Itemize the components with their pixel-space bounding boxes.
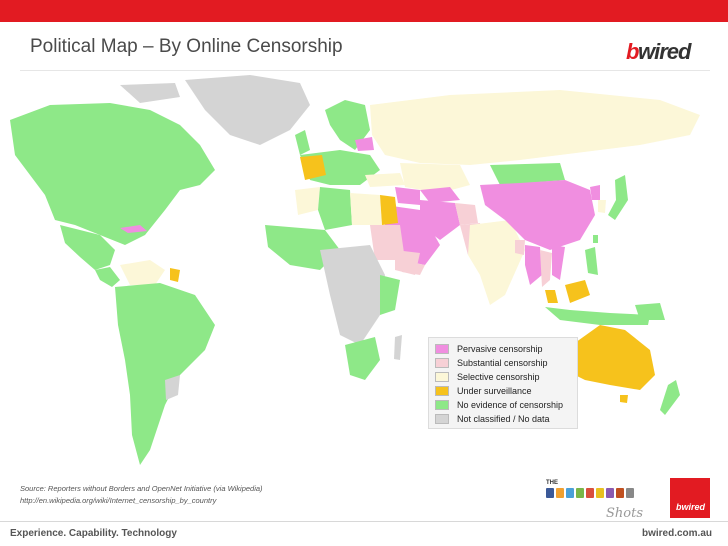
legend-swatch bbox=[435, 358, 449, 368]
bwired-logo: b wired bbox=[626, 39, 706, 64]
region-arctic-islands bbox=[120, 83, 180, 103]
region-indonesia bbox=[545, 307, 650, 325]
social-badge-strip bbox=[546, 488, 646, 502]
footer-divider bbox=[0, 521, 728, 522]
legend-swatch bbox=[435, 344, 449, 354]
region-burma bbox=[525, 245, 542, 285]
footer-tagline: Experience. Capability. Technology bbox=[10, 528, 177, 539]
badge-icon bbox=[626, 488, 634, 498]
legend-label: No evidence of censorship bbox=[457, 400, 564, 410]
region-egypt bbox=[380, 195, 398, 225]
region-japan bbox=[608, 175, 628, 220]
region-philippines bbox=[585, 247, 598, 275]
source-text: Source: Reporters without Borders and Op… bbox=[20, 484, 263, 493]
legend-swatch bbox=[435, 414, 449, 424]
badge-icon bbox=[606, 488, 614, 498]
region-algeria bbox=[318, 187, 352, 230]
region-thailand bbox=[540, 250, 552, 287]
legend-swatch bbox=[435, 372, 449, 382]
region-india bbox=[468, 220, 525, 305]
region-tasmania bbox=[620, 395, 628, 403]
map-legend: Pervasive censorship Substantial censors… bbox=[428, 337, 578, 429]
legend-item: Substantial censorship bbox=[435, 356, 571, 370]
region-guiana bbox=[170, 268, 180, 282]
region-east-africa bbox=[380, 275, 400, 315]
region-south-korea bbox=[598, 200, 606, 213]
logo-wired: wired bbox=[638, 39, 691, 64]
legend-label: Selective censorship bbox=[457, 372, 540, 382]
legend-item: No evidence of censorship bbox=[435, 398, 571, 412]
region-central-america bbox=[95, 267, 120, 287]
title-divider bbox=[20, 70, 710, 71]
region-new-zealand bbox=[660, 380, 680, 415]
region-south-america bbox=[115, 283, 215, 465]
region-north-america bbox=[10, 103, 215, 245]
region-southern-africa bbox=[345, 337, 380, 380]
script-wordmark: Shots bbox=[606, 506, 644, 521]
source-link[interactable]: http://en.wikipedia.org/wiki/Internet_ce… bbox=[20, 495, 263, 507]
region-vietnam bbox=[552, 245, 565, 280]
slide-title: Political Map – By Online Censorship bbox=[30, 36, 343, 57]
badge-icon bbox=[616, 488, 624, 498]
badge-icon bbox=[556, 488, 564, 498]
badge-icon bbox=[586, 488, 594, 498]
region-uk bbox=[295, 130, 310, 155]
region-morocco bbox=[295, 187, 320, 215]
badge-icon bbox=[576, 488, 584, 498]
region-taiwan bbox=[593, 235, 598, 243]
legend-swatch bbox=[435, 386, 449, 396]
region-australia bbox=[565, 325, 655, 390]
legend-item: Pervasive censorship bbox=[435, 342, 571, 356]
region-malaysia bbox=[545, 290, 558, 303]
region-central-africa bbox=[320, 245, 385, 345]
region-russia bbox=[370, 90, 700, 165]
legend-item: Selective censorship bbox=[435, 370, 571, 384]
source-citation: Source: Reporters without Borders and Op… bbox=[20, 483, 263, 507]
legend-item: Under surveillance bbox=[435, 384, 571, 398]
legend-swatch bbox=[435, 400, 449, 410]
badge-icon bbox=[566, 488, 574, 498]
region-venezuela bbox=[120, 260, 165, 285]
legend-item: Not classified / No data bbox=[435, 412, 571, 426]
legend-label: Under surveillance bbox=[457, 386, 532, 396]
footer-url[interactable]: bwired.com.au bbox=[642, 528, 712, 539]
badge-icon bbox=[596, 488, 604, 498]
region-madagascar bbox=[394, 335, 402, 360]
legend-label: Substantial censorship bbox=[457, 358, 548, 368]
region-bangladesh bbox=[515, 240, 525, 255]
region-turkey bbox=[365, 173, 405, 187]
corner-logo-text: bwired bbox=[676, 502, 706, 512]
badge-tag: THE bbox=[546, 480, 558, 486]
badge-icon bbox=[546, 488, 554, 498]
region-syria-iraq bbox=[395, 187, 420, 205]
region-greenland bbox=[185, 75, 310, 145]
region-libya bbox=[350, 193, 382, 225]
logo-b: b bbox=[626, 39, 639, 64]
region-papua bbox=[635, 303, 665, 320]
world-censorship-map bbox=[10, 75, 700, 465]
legend-label: Pervasive censorship bbox=[457, 344, 543, 354]
top-brand-bar bbox=[0, 0, 728, 22]
legend-label: Not classified / No data bbox=[457, 414, 550, 424]
region-borneo bbox=[565, 280, 590, 303]
corner-logo-box: bwired bbox=[670, 478, 710, 518]
